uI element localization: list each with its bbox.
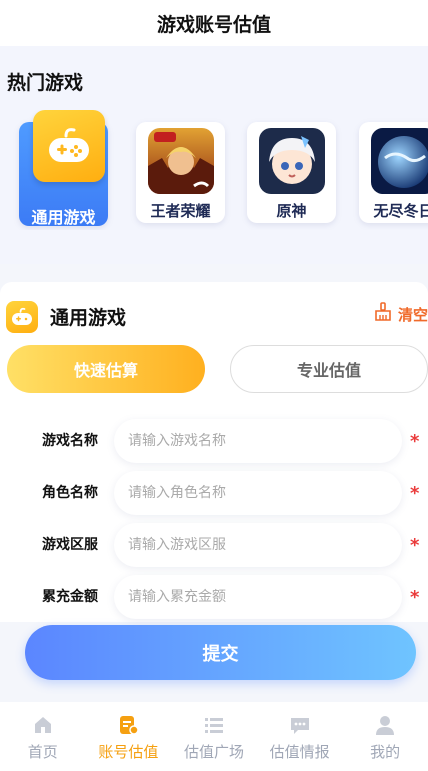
field-role-name: 角色名称 *: [0, 471, 428, 515]
hot-games-title: 热门游戏: [7, 72, 84, 94]
field-label: 角色名称: [42, 485, 98, 501]
hot-games-section: 热门游戏 通用游戏 王者荣耀 原神 无尽冬日: [0, 46, 428, 264]
role-name-input[interactable]: [114, 471, 402, 515]
field-label: 累充金额: [42, 589, 98, 605]
tab-quick-estimate[interactable]: 快速估算: [7, 345, 205, 393]
tab-label: 估值情报: [269, 743, 330, 761]
game-card-label: 原神: [276, 202, 307, 220]
game-card-label: 无尽冬日: [373, 202, 428, 220]
field-server: 游戏区服 *: [0, 523, 428, 567]
tab-plaza[interactable]: 估值广场: [171, 702, 257, 771]
game-card-label: 王者荣耀: [150, 202, 211, 220]
game-list[interactable]: 通用游戏 王者荣耀 原神 无尽冬日: [0, 110, 428, 230]
gamepad-icon: [33, 110, 105, 182]
recharge-amount-input[interactable]: [114, 575, 402, 619]
tab-label: 我的: [370, 743, 401, 761]
game-card-whiteout[interactable]: 无尽冬日: [359, 122, 428, 223]
clear-button[interactable]: 清空: [374, 302, 428, 326]
form-title: 通用游戏: [50, 307, 127, 329]
required-mark: *: [410, 535, 420, 556]
game-card-honor-of-kings[interactable]: 王者荣耀: [136, 122, 225, 223]
field-label: 游戏名称: [42, 433, 98, 449]
field-game-name: 游戏名称 *: [0, 419, 428, 463]
game-card-genshin[interactable]: 原神: [247, 122, 336, 223]
required-mark: *: [410, 587, 420, 608]
bottom-tab-bar: 首页 账号估值 估值广场 估值情报 我的: [0, 702, 428, 771]
game-card-general[interactable]: 通用游戏: [19, 110, 108, 227]
tab-label: 账号估值: [98, 743, 159, 761]
tab-label: 估值广场: [183, 743, 244, 761]
tab-intel[interactable]: 估值情报: [257, 702, 343, 771]
chat-icon: [290, 718, 309, 734]
game-card-label: 通用游戏: [31, 208, 96, 227]
tab-valuation[interactable]: 账号估值: [86, 702, 172, 771]
required-mark: *: [410, 483, 420, 504]
broom-icon: [374, 302, 392, 326]
field-label: 游戏区服: [42, 537, 98, 553]
gamepad-icon: [6, 301, 38, 333]
page-title: 游戏账号估值: [156, 13, 271, 36]
submit-button[interactable]: 提交: [25, 625, 416, 680]
valuation-form: 通用游戏 清空 快速估算 专业估值 游戏名称 * 角色名称 * 游戏区服 * 累…: [0, 282, 428, 622]
tab-mine[interactable]: 我的: [342, 702, 428, 771]
whiteout-survival-icon: [371, 128, 428, 194]
user-icon: [376, 716, 395, 735]
honor-of-kings-icon: [148, 128, 214, 194]
list-icon: [204, 718, 223, 733]
clear-label: 清空: [397, 305, 428, 324]
home-icon: [34, 717, 51, 733]
tab-home[interactable]: 首页: [0, 702, 86, 771]
field-recharge-amount: 累充金额 *: [0, 575, 428, 619]
game-name-input[interactable]: [114, 419, 402, 463]
required-mark: *: [410, 431, 420, 452]
server-input[interactable]: [114, 523, 402, 567]
tab-pro-valuation[interactable]: 专业估值: [230, 345, 428, 393]
valuation-icon: [120, 716, 140, 735]
genshin-icon: [259, 128, 325, 194]
title-bar: 游戏账号估值: [0, 0, 428, 46]
tab-label: 首页: [27, 743, 58, 761]
